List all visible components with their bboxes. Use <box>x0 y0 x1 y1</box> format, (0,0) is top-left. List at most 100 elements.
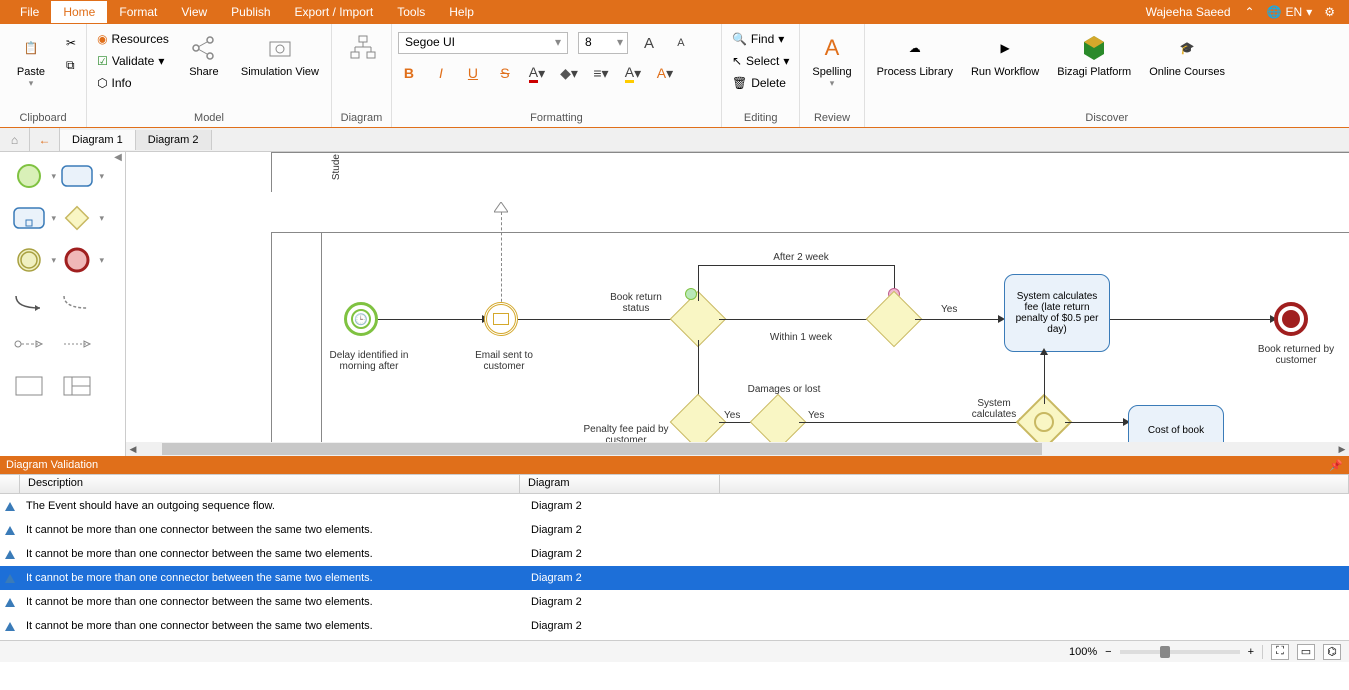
intermediate-event-tool[interactable]: ▾ <box>12 246 46 274</box>
palette-collapse-icon[interactable]: ◀ <box>111 152 125 166</box>
tabbar-home-icon[interactable]: ⌂ <box>0 128 30 152</box>
zoom-in-button[interactable]: + <box>1248 646 1254 658</box>
cut-button[interactable]: ✂ <box>62 34 80 52</box>
start-event-tool[interactable]: ▾ <box>12 162 46 190</box>
validate-button[interactable]: ☑Validate ▾ <box>93 52 173 70</box>
validation-diagram: Diagram 2 <box>525 548 582 560</box>
start-timer-event[interactable]: 🕒 <box>344 302 378 336</box>
highlight-button[interactable]: A▾ <box>622 62 644 84</box>
bizagi-platform-button[interactable]: Bizagi Platform <box>1051 28 1137 82</box>
info-button[interactable]: ⬡Info <box>93 74 173 92</box>
tabbar-back-icon[interactable]: ← <box>30 128 60 152</box>
end-event[interactable] <box>1274 302 1308 336</box>
resources-button[interactable]: ◉Resources <box>93 30 173 48</box>
tab-diagram2[interactable]: Diagram 2 <box>136 130 212 150</box>
menu-tools[interactable]: Tools <box>385 1 437 23</box>
font-color-button[interactable]: A▾ <box>526 62 548 84</box>
check-icon: ☑ <box>97 54 108 68</box>
gateway-tool[interactable]: ▾ <box>60 204 94 232</box>
end-event-tool[interactable]: ▾ <box>60 246 94 274</box>
flow6 <box>1110 319 1272 320</box>
main-area: ◀ ▾ ▾ ▾ ▾ ▾ ▾ Stude <box>0 152 1349 456</box>
online-courses-button[interactable]: 🎓Online Courses <box>1143 28 1231 82</box>
diagram-canvas[interactable]: Stude 🕒 Delay identified in morning afte… <box>126 152 1349 456</box>
validation-diagram: Diagram 2 <box>525 596 582 608</box>
col-description[interactable]: Description <box>20 475 520 493</box>
share-button[interactable]: Share <box>179 28 229 82</box>
flow3b <box>698 265 895 266</box>
underline-button[interactable]: U <box>462 62 484 84</box>
association-tool[interactable] <box>60 288 94 316</box>
view-tree-icon[interactable]: ⌬ <box>1323 644 1341 660</box>
bold-button[interactable]: B <box>398 62 420 84</box>
menu-file[interactable]: File <box>8 1 51 23</box>
message-flow-tool[interactable] <box>12 330 46 358</box>
paste-button[interactable]: 📋 Paste ▾ <box>6 28 56 93</box>
dotted-flow-tool[interactable] <box>60 330 94 358</box>
subprocess-tool[interactable]: ▾ <box>12 204 46 232</box>
validation-desc: It cannot be more than one connector bet… <box>20 596 525 608</box>
cursor-icon: ↖ <box>732 54 742 68</box>
workflow-icon: ▶ <box>989 32 1021 64</box>
delete-button[interactable]: 🗑Delete <box>728 74 793 92</box>
task-tool[interactable]: ▾ <box>60 162 94 190</box>
menu-home[interactable]: Home <box>51 1 107 23</box>
task-calc-fee[interactable]: System calculates fee (late return penal… <box>1004 274 1110 352</box>
simulation-button[interactable]: Simulation View <box>235 28 325 82</box>
validation-row[interactable]: It cannot be more than one connector bet… <box>0 590 1349 614</box>
menu-export[interactable]: Export / Import <box>283 1 386 23</box>
user-name[interactable]: Wajeeha Saeed <box>1138 5 1239 19</box>
find-button[interactable]: 🔍Find ▾ <box>728 30 793 48</box>
scroll-left-icon[interactable]: ◀ <box>126 442 140 456</box>
yes1-label: Yes <box>941 304 957 315</box>
email-event[interactable] <box>484 302 518 336</box>
view-fit-icon[interactable]: ⛶ <box>1271 644 1289 660</box>
validation-row[interactable]: It cannot be more than one connector bet… <box>0 566 1349 590</box>
zoom-slider[interactable] <box>1120 650 1240 654</box>
menu-view[interactable]: View <box>169 1 219 23</box>
tabbar: ⌂ ← Diagram 1 Diagram 2 <box>0 128 1349 152</box>
menu-publish[interactable]: Publish <box>219 1 282 23</box>
strike-button[interactable]: S <box>494 62 516 84</box>
validation-row[interactable]: It cannot be more than one connector bet… <box>0 518 1349 542</box>
pool-tool[interactable] <box>12 372 46 400</box>
menu-format[interactable]: Format <box>107 1 169 23</box>
align-button[interactable]: ≡▾ <box>590 62 612 84</box>
scroll-thumb[interactable] <box>162 443 1042 455</box>
validation-row[interactable]: It cannot be more than one connector bet… <box>0 542 1349 566</box>
lane-tool[interactable] <box>60 372 94 400</box>
text-effect-button[interactable]: A▾ <box>654 62 676 84</box>
validation-row[interactable]: It cannot be more than one connector bet… <box>0 614 1349 638</box>
font-size-select[interactable]: 8 <box>578 32 628 54</box>
italic-button[interactable]: I <box>430 62 452 84</box>
collapse-ribbon-icon[interactable]: ⌃ <box>1239 5 1261 19</box>
fill-color-button[interactable]: ◆▾ <box>558 62 580 84</box>
font-family-select[interactable]: Segoe UI <box>398 32 568 54</box>
copy-button[interactable]: ⧉ <box>62 56 80 75</box>
diagram-button[interactable] <box>338 28 388 68</box>
run-workflow-button[interactable]: ▶Run Workflow <box>965 28 1045 82</box>
warning-icon <box>0 598 20 607</box>
scroll-right-icon[interactable]: ▶ <box>1335 442 1349 456</box>
zoom-out-button[interactable]: − <box>1105 646 1111 658</box>
process-library-button[interactable]: ☁Process Library <box>871 28 959 82</box>
flow3a <box>698 265 699 301</box>
select-label: Select <box>746 54 779 68</box>
validation-row[interactable]: The Event should have an outgoing sequen… <box>0 494 1349 518</box>
sequence-flow-tool[interactable] <box>12 288 46 316</box>
view-page-icon[interactable]: ▭ <box>1297 644 1315 660</box>
pin-icon[interactable]: 📌 <box>1329 459 1343 472</box>
col-diagram[interactable]: Diagram <box>520 475 720 493</box>
language-selector[interactable]: 🌐 EN ▾ <box>1261 5 1319 19</box>
info-label: Info <box>112 76 132 90</box>
menu-help[interactable]: Help <box>437 1 486 23</box>
select-button[interactable]: ↖Select ▾ <box>728 52 793 70</box>
decrease-font-icon[interactable]: A <box>670 32 692 54</box>
canvas-hscroll[interactable]: ◀ ▶ <box>126 442 1349 456</box>
increase-font-icon[interactable]: A <box>638 32 660 54</box>
spelling-button[interactable]: A Spelling ▾ <box>806 28 857 93</box>
resources-label: Resources <box>112 32 169 46</box>
settings-icon[interactable]: ⚙ <box>1318 5 1341 19</box>
tab-diagram1[interactable]: Diagram 1 <box>60 130 136 150</box>
clipboard-group-label: Clipboard <box>6 110 80 126</box>
